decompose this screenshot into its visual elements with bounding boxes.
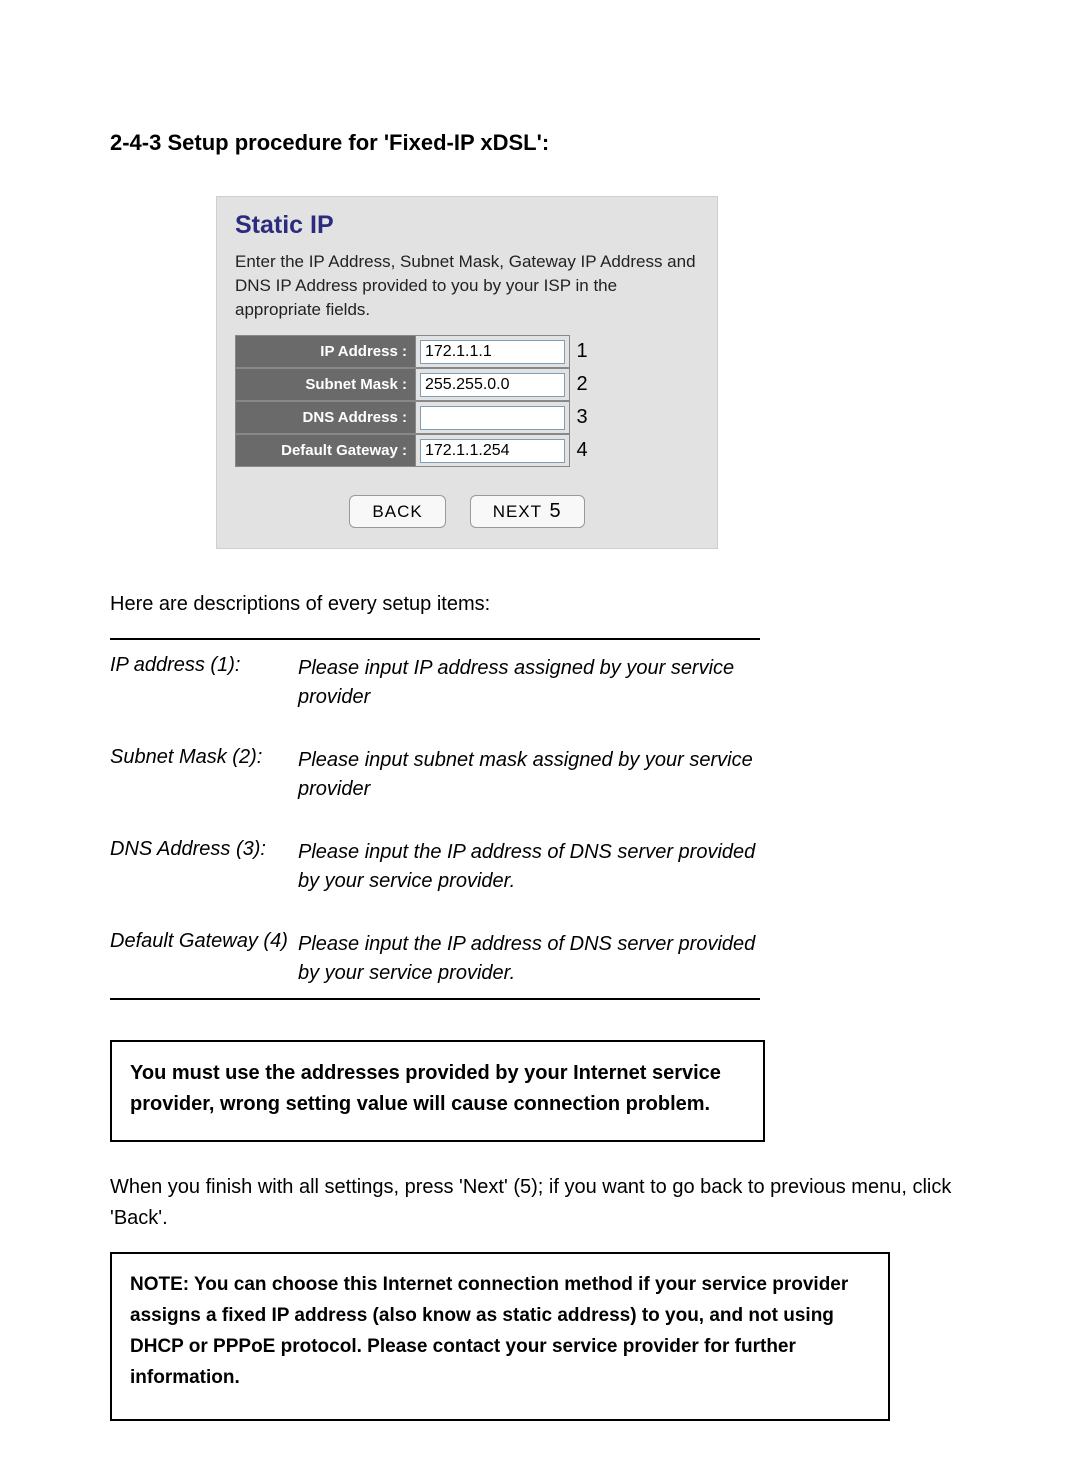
callout-4: 4	[570, 434, 594, 467]
input-default-gateway[interactable]	[420, 439, 565, 463]
desc-def-dns: Please input the IP address of DNS serve…	[298, 838, 760, 896]
callout-1: 1	[570, 335, 594, 368]
cell-ip-address	[415, 335, 570, 368]
desc-term-subnet: Subnet Mask (2):	[110, 746, 298, 804]
label-ip-address: IP Address :	[235, 335, 415, 368]
desc-term-gateway: Default Gateway (4)	[110, 930, 298, 988]
row-ip-address: IP Address : 1	[235, 335, 699, 368]
callout-3: 3	[570, 401, 594, 434]
intro-text: Here are descriptions of every setup ite…	[110, 589, 970, 620]
input-subnet-mask[interactable]	[420, 373, 565, 397]
back-button[interactable]: BACK	[349, 495, 445, 528]
cell-dns-address	[415, 401, 570, 434]
section-heading: 2-4-3 Setup procedure for 'Fixed-IP xDSL…	[110, 130, 970, 156]
input-dns-address[interactable]	[420, 406, 565, 430]
input-ip-address[interactable]	[420, 340, 565, 364]
desc-term-ip: IP address (1):	[110, 654, 298, 712]
description-row: IP address (1): Please input IP address …	[110, 640, 760, 732]
callout-5: 5	[549, 500, 561, 522]
cell-default-gateway	[415, 434, 570, 467]
next-button-label: NEXT	[493, 502, 542, 521]
button-row: BACK NEXT 5	[217, 477, 717, 548]
label-dns-address: DNS Address :	[235, 401, 415, 434]
description-row: Default Gateway (4) Please input the IP …	[110, 916, 760, 998]
description-row: DNS Address (3): Please input the IP add…	[110, 824, 760, 916]
form-table: IP Address : 1 Subnet Mask : 2 DNS Addre…	[217, 335, 717, 477]
description-table: IP address (1): Please input IP address …	[110, 638, 760, 1000]
row-dns-address: DNS Address : 3	[235, 401, 699, 434]
warning-box: You must use the addresses provided by y…	[110, 1040, 765, 1142]
row-subnet-mask: Subnet Mask : 2	[235, 368, 699, 401]
desc-def-gateway: Please input the IP address of DNS serve…	[298, 930, 760, 988]
callout-2: 2	[570, 368, 594, 401]
desc-term-dns: DNS Address (3):	[110, 838, 298, 896]
description-row: Subnet Mask (2): Please input subnet mas…	[110, 732, 760, 824]
desc-def-ip: Please input IP address assigned by your…	[298, 654, 760, 712]
note-box: NOTE: You can choose this Internet conne…	[110, 1252, 890, 1421]
body-paragraph: When you finish with all settings, press…	[110, 1172, 970, 1234]
row-default-gateway: Default Gateway : 4	[235, 434, 699, 467]
next-button[interactable]: NEXT 5	[470, 495, 585, 528]
panel-description: Enter the IP Address, Subnet Mask, Gatew…	[217, 246, 717, 335]
panel-title: Static IP	[217, 197, 717, 246]
router-panel: Static IP Enter the IP Address, Subnet M…	[216, 196, 718, 549]
label-default-gateway: Default Gateway :	[235, 434, 415, 467]
desc-def-subnet: Please input subnet mask assigned by you…	[298, 746, 760, 804]
cell-subnet-mask	[415, 368, 570, 401]
label-subnet-mask: Subnet Mask :	[235, 368, 415, 401]
